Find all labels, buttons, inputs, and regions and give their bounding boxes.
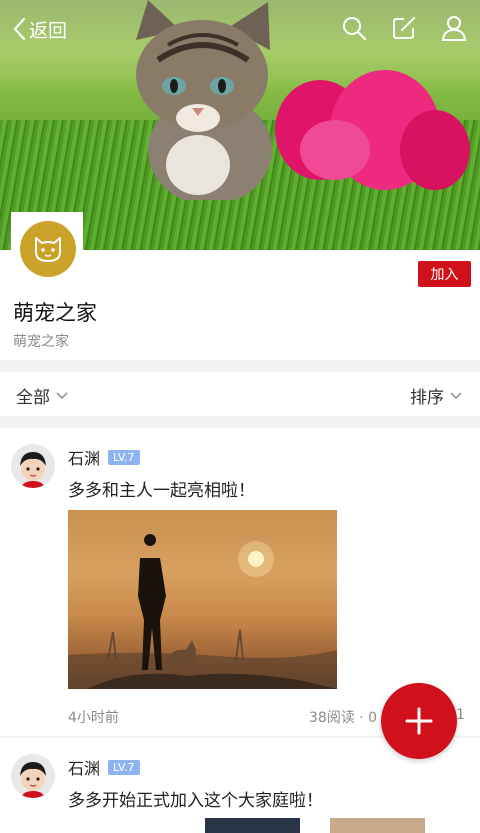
join-button[interactable]: 加入 <box>418 261 471 287</box>
create-post-button[interactable] <box>381 683 457 759</box>
read-count: 38阅读 · 0 <box>309 710 378 726</box>
filter-bar: 全部 排序 <box>0 372 480 416</box>
post-image[interactable] <box>68 510 337 689</box>
edit-icon[interactable] <box>390 14 418 42</box>
avatar[interactable] <box>11 754 55 798</box>
post-text[interactable]: 多多开始正式加入这个大家庭啦！ <box>68 786 323 811</box>
sort-label: 排序 <box>410 388 444 408</box>
post-time: 4小时前 <box>68 710 119 726</box>
back-button[interactable]: 返回 <box>12 14 67 44</box>
group-title: 萌宠之家 <box>13 301 97 325</box>
level-badge: LV.7 <box>108 449 140 465</box>
chevron-down-icon <box>56 391 68 399</box>
sort-dropdown[interactable]: 排序 <box>410 383 462 408</box>
user-icon[interactable] <box>440 14 468 42</box>
filter-all-label: 全部 <box>16 388 50 408</box>
post-image-thumbnail[interactable] <box>205 818 300 833</box>
search-icon[interactable] <box>340 14 368 42</box>
chevron-left-icon <box>13 17 26 41</box>
post-image-thumbnail[interactable] <box>330 818 425 833</box>
avatar[interactable] <box>11 444 55 488</box>
back-label: 返回 <box>29 19 68 42</box>
top-nav-bar: 返回 <box>0 0 480 56</box>
user-avatar-icon <box>11 754 55 798</box>
group-avatar <box>11 212 83 284</box>
comment-count: 1 <box>456 707 465 723</box>
author-name[interactable]: 石渊 <box>68 755 100 779</box>
filter-all-dropdown[interactable]: 全部 <box>16 383 68 408</box>
plus-icon <box>405 707 433 735</box>
group-subtitle: 萌宠之家 <box>13 334 69 350</box>
author-name[interactable]: 石渊 <box>68 445 100 469</box>
post-text[interactable]: 多多和主人一起亮相啦！ <box>68 476 255 501</box>
user-avatar-icon <box>11 444 55 488</box>
sunset-photo <box>68 534 337 689</box>
chevron-down-icon <box>450 391 462 399</box>
level-badge: LV.7 <box>108 759 140 775</box>
cat-icon <box>35 237 61 262</box>
